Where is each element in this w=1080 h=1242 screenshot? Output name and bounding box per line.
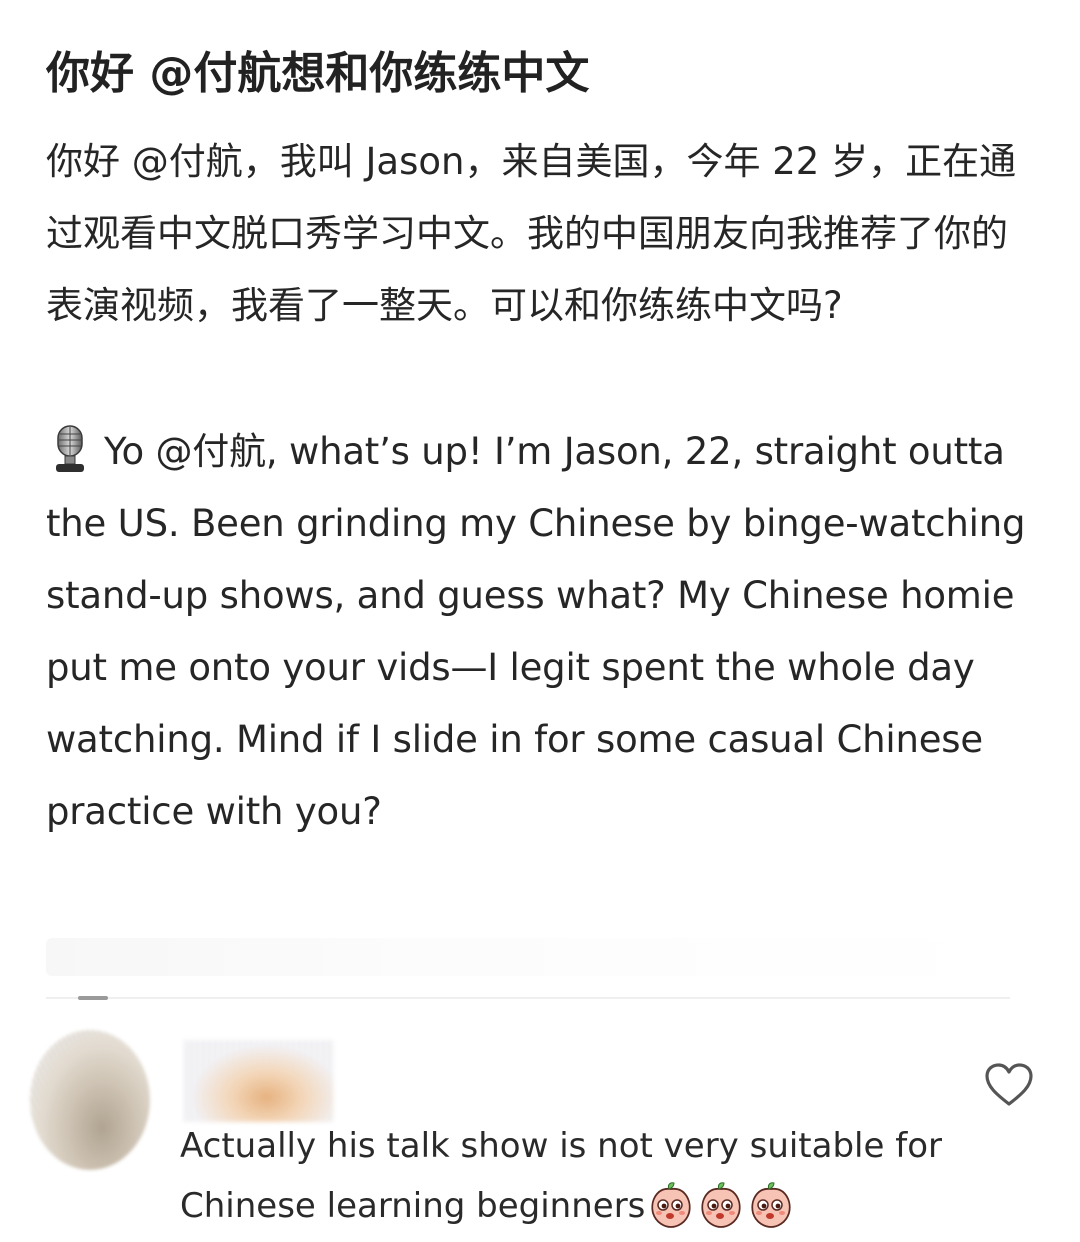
commenter-avatar-blurred[interactable] <box>30 1030 150 1170</box>
microphone-icon <box>46 424 94 476</box>
post-body-chinese: 你好 @付航，我叫 Jason，来自美国，今年 22 岁，正在通过观看中文脱口秀… <box>46 140 1017 327</box>
comment-divider <box>46 997 1010 999</box>
peach-face-emoji <box>747 1181 795 1229</box>
divider-marker <box>78 996 108 1000</box>
post-body-english-text: Yo @付航, what’s up! I’m Jason, 22, straig… <box>46 430 1026 833</box>
commenter-name-blurred[interactable] <box>184 1040 334 1122</box>
post-detail-page: 你好 @付航想和你练练中文 你好 @付航，我叫 Jason，来自美国，今年 22… <box>0 0 1080 1242</box>
comment-text-body: Actually his talk show is not very suita… <box>180 1126 942 1226</box>
post-body-english: Yo @付航, what’s up! I’m Jason, 22, straig… <box>46 416 1041 848</box>
faded-placeholder-bar <box>46 938 1006 976</box>
comment-text: Actually his talk show is not very suita… <box>180 1116 1040 1236</box>
post-title: 你好 @付航想和你练练中文 <box>46 48 590 99</box>
heart-outline-icon[interactable] <box>984 1062 1034 1108</box>
peach-face-emoji <box>697 1181 745 1229</box>
peach-face-emoji <box>647 1181 695 1229</box>
